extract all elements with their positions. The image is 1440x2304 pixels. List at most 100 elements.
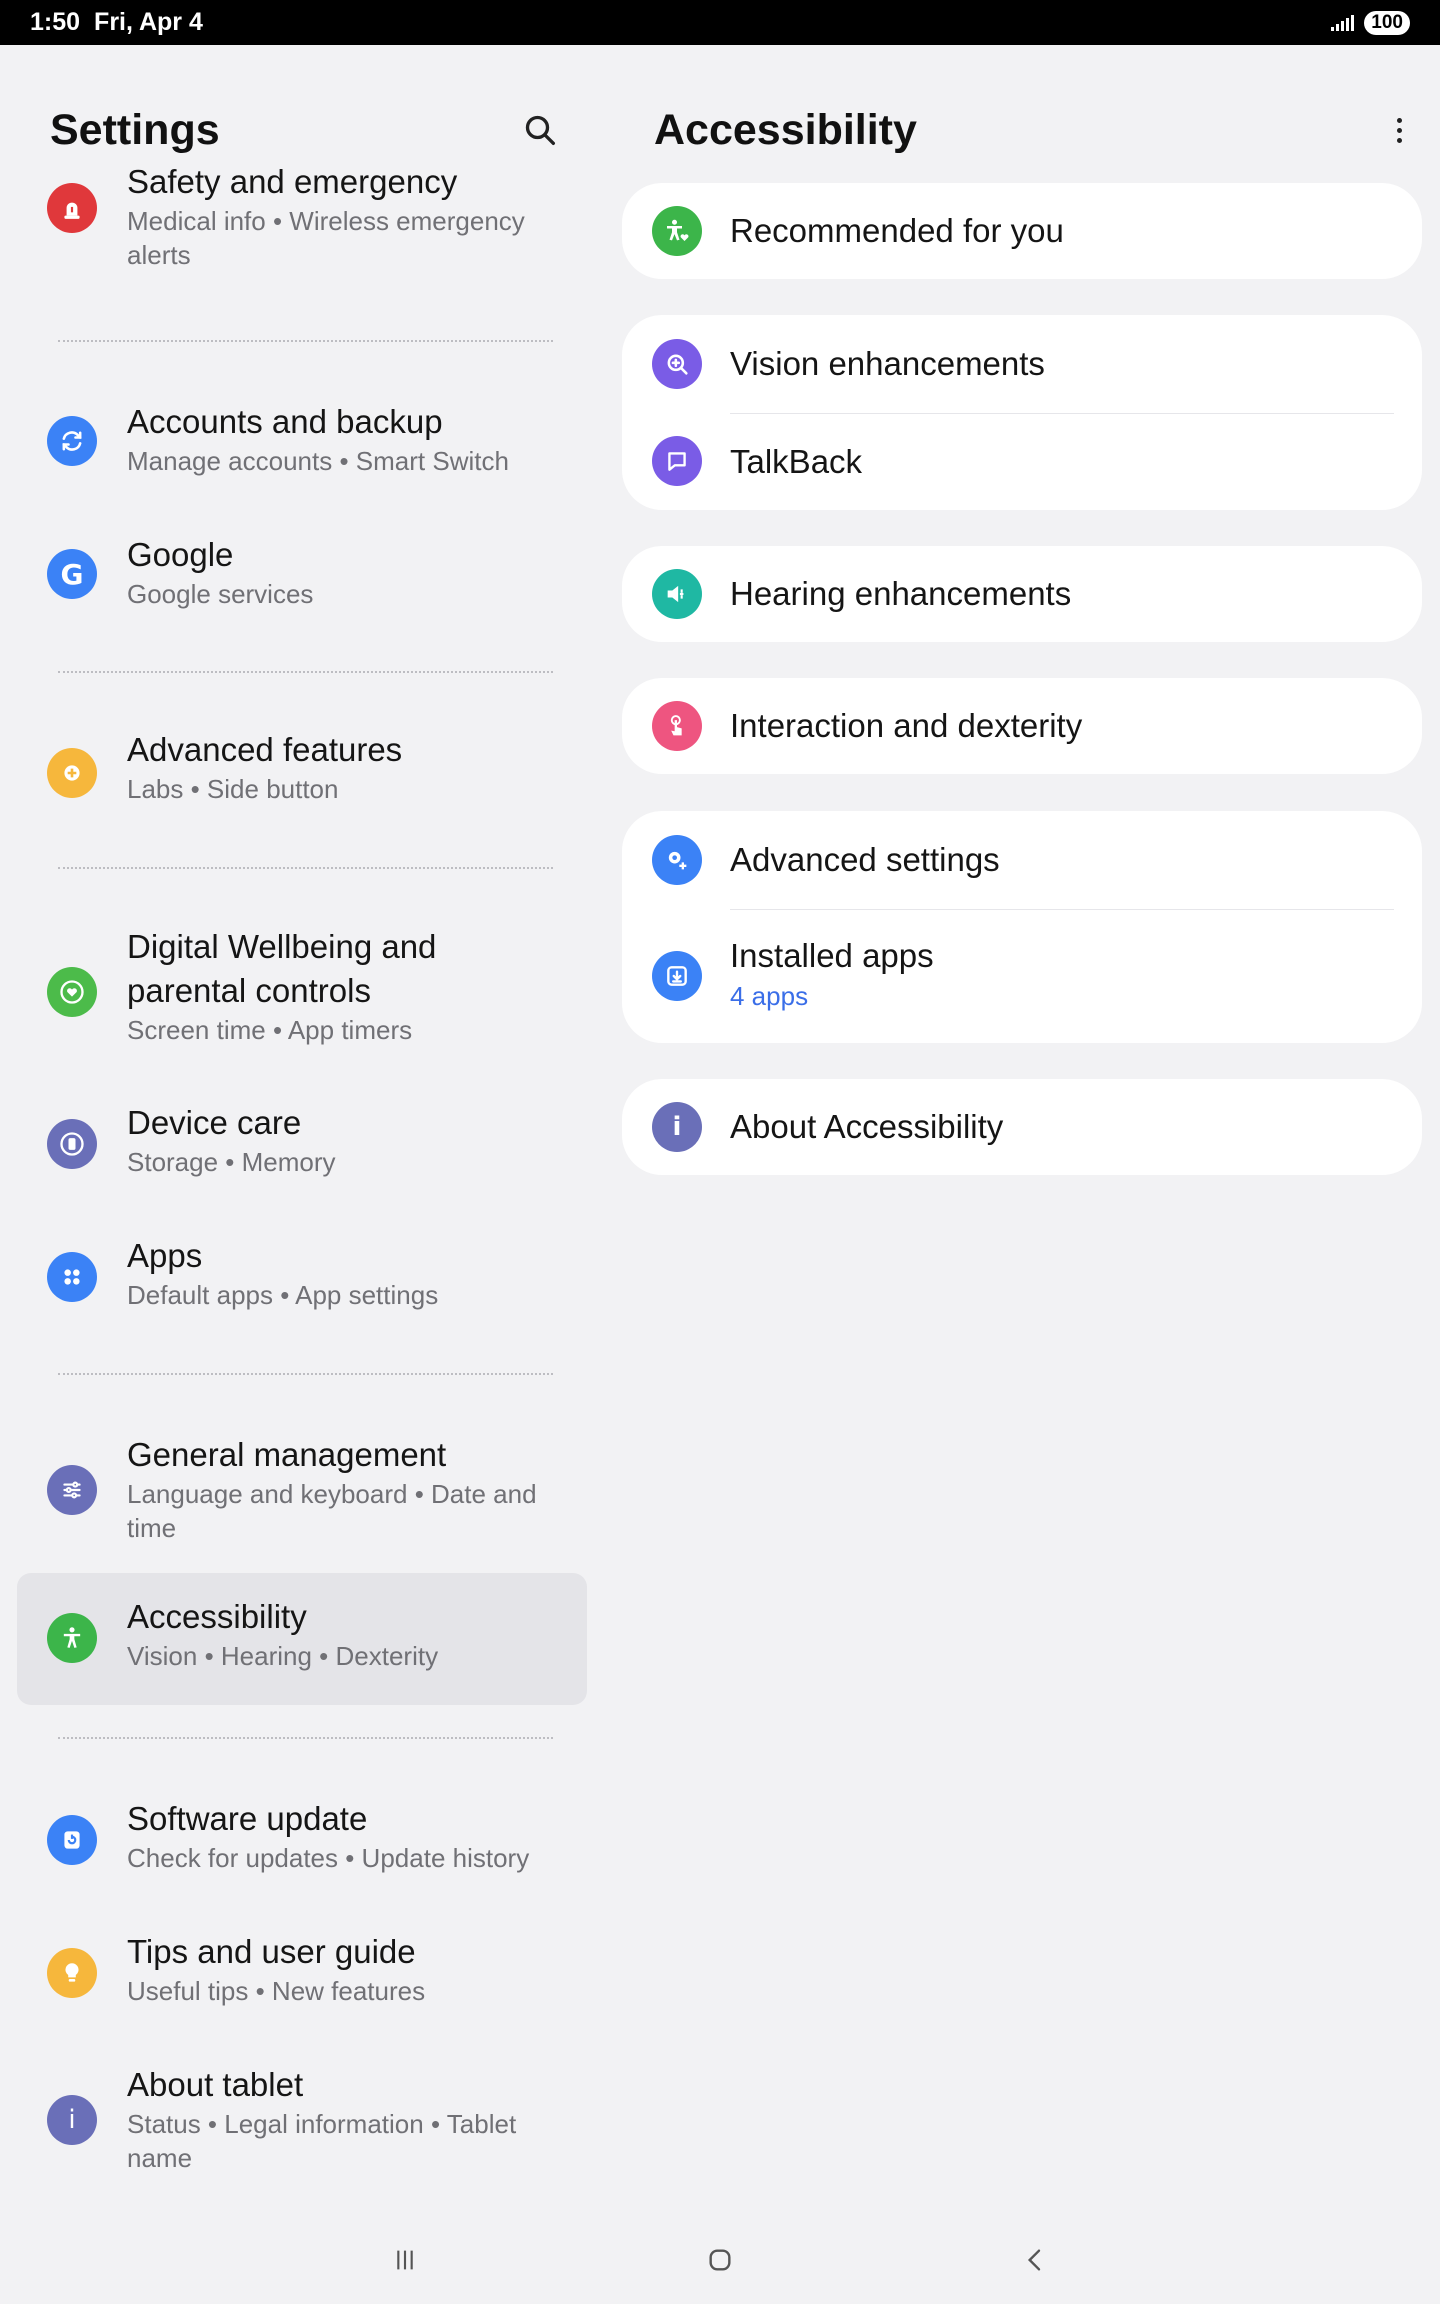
download-icon — [652, 951, 702, 1001]
item-subtitle: Status • Legal information • Tablet name — [127, 2109, 517, 2173]
settings-item-advanced-features[interactable]: Advanced features Labs • Side button — [17, 728, 587, 818]
item-title: Accounts and backup — [127, 403, 443, 440]
zoom-in-icon — [652, 339, 702, 389]
row-label: About Accessibility — [730, 1108, 1004, 1145]
row-sublabel: 4 apps — [730, 981, 809, 1011]
row-label: Recommended for you — [730, 212, 1064, 249]
row-label: Installed apps — [730, 937, 934, 974]
settings-item-google[interactable]: G Google Google services — [17, 533, 587, 623]
item-subtitle: Default apps • App settings — [127, 1280, 439, 1310]
row-installed-apps[interactable]: Installed apps 4 apps — [622, 909, 1422, 1043]
card-hearing: Hearing enhancements — [622, 546, 1422, 642]
pane-title: Accessibility — [654, 105, 917, 154]
settings-item-about-tablet[interactable]: i About tablet Status • Legal informatio… — [17, 2063, 587, 2183]
accessibility-icon — [47, 1613, 97, 1663]
row-recommended-for-you[interactable]: Recommended for you — [622, 183, 1422, 279]
home-icon[interactable] — [695, 2235, 745, 2285]
item-title: Software update — [127, 1800, 368, 1837]
settings-item-accessibility[interactable]: Accessibility Vision • Hearing • Dexteri… — [17, 1573, 587, 1705]
row-hearing-enhancements[interactable]: Hearing enhancements — [622, 546, 1422, 642]
status-time: 1:50 — [30, 8, 81, 36]
gear-plus-icon — [47, 748, 97, 798]
settings-item-accounts[interactable]: Accounts and backup Manage accounts • Sm… — [17, 400, 587, 490]
more-options-icon[interactable] — [1384, 110, 1414, 150]
row-advanced-settings[interactable]: Advanced settings — [622, 811, 1422, 909]
recents-icon[interactable] — [380, 2235, 430, 2285]
card-interaction: Interaction and dexterity — [622, 678, 1422, 774]
siren-icon — [47, 183, 97, 233]
item-subtitle: Labs • Side button — [127, 774, 339, 804]
info-icon: i — [47, 2095, 97, 2145]
divider — [58, 340, 553, 342]
settings-header: Settings — [50, 100, 560, 160]
settings-item-software-update[interactable]: Software update Check for updates • Upda… — [17, 1797, 587, 1887]
lightbulb-icon — [47, 1948, 97, 1998]
item-title: Accessibility — [127, 1598, 307, 1635]
search-icon[interactable] — [520, 110, 560, 150]
item-subtitle: Screen time • App timers — [127, 1015, 413, 1045]
sliders-icon — [47, 1465, 97, 1515]
item-title: Safety and emergency — [127, 163, 458, 200]
row-label: Hearing enhancements — [730, 575, 1072, 612]
item-title: Apps — [127, 1237, 203, 1274]
row-label: TalkBack — [730, 442, 863, 480]
item-subtitle: Useful tips • New features — [127, 1976, 426, 2006]
row-label: Advanced settings — [730, 841, 1000, 878]
accessibility-heart-icon — [652, 206, 702, 256]
card-advanced: Advanced settings Installed apps 4 apps — [622, 811, 1422, 1043]
settings-item-apps[interactable]: Apps Default apps • App settings — [17, 1234, 587, 1324]
settings-item-digital-wellbeing[interactable]: Digital Wellbeing and parental controls … — [17, 925, 587, 1065]
item-subtitle: Vision • Hearing • Dexterity — [127, 1641, 439, 1671]
divider — [58, 1737, 553, 1739]
row-vision-enhancements[interactable]: Vision enhancements — [622, 315, 1422, 413]
settings-item-safety[interactable]: Safety and emergency Medical info • Wire… — [17, 163, 587, 330]
item-title: General management — [127, 1436, 447, 1473]
touch-icon — [652, 701, 702, 751]
sync-icon — [47, 416, 97, 466]
item-title: Digital Wellbeing and parental controls — [127, 928, 437, 1009]
apps-grid-icon — [47, 1252, 97, 1302]
settings-item-general-management[interactable]: General management Language and keyboard… — [17, 1433, 587, 1553]
row-about-accessibility[interactable]: i About Accessibility — [622, 1079, 1422, 1175]
gear-plus-icon — [652, 835, 702, 885]
card-about: i About Accessibility — [622, 1079, 1422, 1175]
row-label: Vision enhancements — [730, 345, 1045, 382]
card-recommended: Recommended for you — [622, 183, 1422, 279]
divider — [58, 1373, 553, 1375]
item-subtitle: Language and keyboard • Date and time — [127, 1479, 537, 1543]
item-subtitle: Check for updates • Update history — [127, 1843, 530, 1873]
item-title: About tablet — [127, 2066, 304, 2103]
battery-icon: 100 — [1364, 10, 1410, 35]
back-icon[interactable] — [1010, 2235, 1060, 2285]
row-label: Interaction and dexterity — [730, 707, 1083, 744]
item-subtitle: Google services — [127, 579, 314, 609]
settings-item-device-care[interactable]: Device care Storage • Memory — [17, 1101, 587, 1191]
device-care-icon — [47, 1119, 97, 1169]
speaker-icon — [652, 569, 702, 619]
settings-item-tips[interactable]: Tips and user guide Useful tips • New fe… — [17, 1930, 587, 2020]
divider — [58, 671, 553, 673]
item-subtitle: Medical info • Wireless emergency alerts — [127, 206, 525, 270]
heart-circle-icon — [47, 967, 97, 1017]
google-icon: G — [47, 549, 97, 599]
item-subtitle: Manage accounts • Smart Switch — [127, 446, 509, 476]
settings-pane: Safety and emergency Medical info • Wire… — [0, 45, 600, 2215]
item-title: Google — [127, 536, 234, 573]
card-vision: Vision enhancements TalkBack — [622, 315, 1422, 510]
divider — [58, 867, 553, 869]
row-interaction-dexterity[interactable]: Interaction and dexterity — [622, 678, 1422, 774]
item-title: Device care — [127, 1104, 302, 1141]
row-talkback[interactable]: TalkBack — [622, 413, 1422, 510]
navigation-bar — [0, 2215, 1440, 2304]
signal-icon — [1331, 14, 1355, 31]
talkback-icon — [652, 436, 702, 486]
item-subtitle: Storage • Memory — [127, 1147, 336, 1177]
update-icon — [47, 1815, 97, 1865]
status-bar: 1:50 Fri, Apr 4 100 — [0, 0, 1440, 45]
status-date: Fri, Apr 4 — [94, 8, 203, 36]
item-title: Tips and user guide — [127, 1933, 416, 1970]
info-icon: i — [652, 1102, 702, 1152]
accessibility-header: Accessibility — [654, 100, 1414, 160]
page-title: Settings — [50, 105, 220, 154]
item-title: Advanced features — [127, 731, 403, 768]
